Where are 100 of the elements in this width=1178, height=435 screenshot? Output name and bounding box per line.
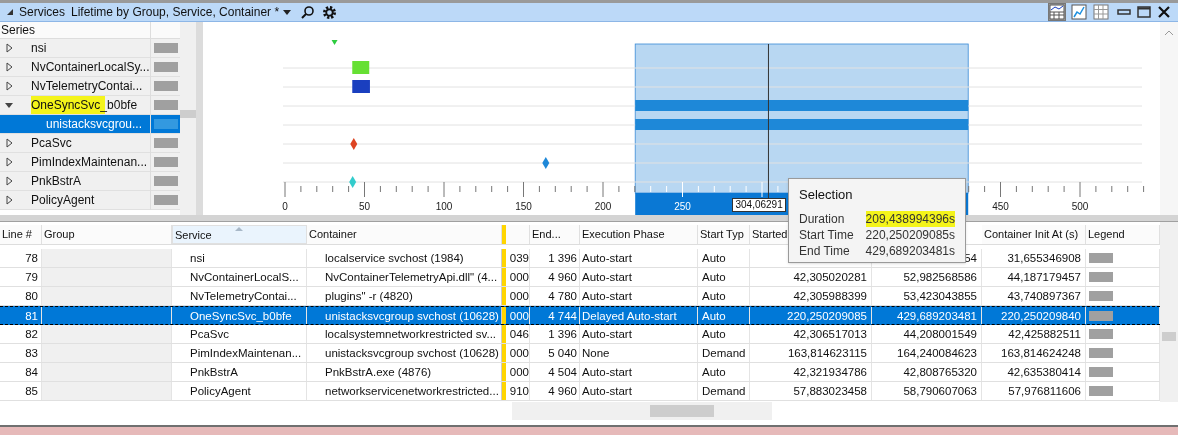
scroll-up-icon[interactable] [1164, 30, 1174, 36]
graph-table-button[interactable] [1048, 3, 1066, 21]
tooltip-label: Duration [799, 210, 846, 227]
maximize-icon[interactable] [1136, 4, 1152, 20]
diamond-marker[interactable] [350, 138, 358, 150]
table-cell: Auto [702, 271, 726, 283]
column-header[interactable]: Execution Phase [580, 225, 698, 244]
table-cell: Auto-start [582, 271, 632, 283]
series-name: PolicyAgent [31, 192, 95, 209]
scrollbar-thumb[interactable] [180, 110, 196, 118]
table-cell: 58,790607063 [903, 385, 977, 397]
column-header[interactable]: Legend [1086, 225, 1160, 244]
table-cell: 79 [25, 271, 38, 283]
table-cell: 44,208001549 [903, 328, 977, 340]
table-cell: 42,425882511 [1008, 328, 1081, 340]
triangle-marker[interactable] [331, 40, 338, 45]
table-cell: Auto-start [582, 328, 632, 340]
table-cell: unistacksvcgroup svchost (10628) [325, 347, 499, 359]
table-cell: 910 [509, 385, 529, 397]
table-cell: 85 [25, 385, 38, 397]
series-item[interactable]: PimIndexMaintenan... [0, 153, 180, 172]
legend-swatch [1089, 253, 1113, 263]
line-graph-button[interactable] [1070, 3, 1088, 21]
table-cell: localsystemnetworkrestricted sv... [325, 328, 497, 340]
legend-swatch [153, 119, 178, 129]
tooltip-value: 220,250209085s [865, 226, 955, 243]
table-cell: None [582, 347, 610, 359]
axis-label: 200 [594, 200, 612, 214]
expand-icon[interactable] [4, 138, 14, 148]
series-name: PcaSvc [31, 135, 72, 152]
series-item[interactable]: nsi [0, 39, 180, 58]
series-item[interactable]: NvTelemetryContai... [0, 77, 180, 96]
collapse-icon[interactable] [4, 100, 14, 110]
sort-arrow-icon [235, 227, 243, 231]
table-cell: 4 960 [548, 271, 577, 283]
legend-swatch [153, 100, 178, 110]
table-cell: NvContainerLocalS... [190, 271, 299, 283]
table-cell: 000 [509, 271, 529, 283]
expand-icon[interactable] [4, 157, 14, 167]
series-item[interactable]: PolicyAgent [0, 191, 180, 210]
scrollbar[interactable] [1160, 222, 1178, 402]
table-cell: 43,740897367 [1007, 290, 1081, 302]
table-cell: Auto [702, 328, 726, 340]
table-cell: NvTelemetryContai... [190, 290, 297, 302]
table-cell: PolicyAgent [190, 385, 251, 397]
table-cell: 5 040 [548, 347, 577, 359]
diamond-marker[interactable] [349, 176, 357, 188]
series-name: NvContainerLocalSy... [31, 59, 150, 76]
series-item[interactable]: PcaSvc [0, 134, 180, 153]
table-cell: 44,187179457 [1007, 271, 1081, 283]
table-cell: unistacksvcgroup svchost (10628) [325, 310, 499, 322]
column-header[interactable]: Container [307, 225, 502, 244]
table-cell: Demand [702, 347, 746, 359]
column-header[interactable]: Start Typ [698, 225, 750, 244]
settings-icon[interactable] [322, 4, 338, 20]
table-cell: 429,689203481 [897, 310, 977, 322]
table-cell: 52,982568586 [903, 271, 977, 283]
series-name: unistacksvcgrou... [46, 116, 143, 133]
table-cell: 163,814624248 [1001, 347, 1081, 359]
table-cell: 4 960 [548, 385, 577, 397]
expand-icon[interactable] [4, 195, 14, 205]
legend-swatch [1089, 310, 1113, 321]
column-header[interactable]: Container Init At (s) [982, 225, 1086, 244]
column-header[interactable]: End... [530, 225, 580, 244]
tooltip-label: End Time [799, 242, 851, 259]
search-icon[interactable] [301, 5, 315, 19]
lifetime-bar[interactable] [352, 80, 370, 93]
legend-swatch [1089, 272, 1113, 282]
scrollbar[interactable] [1160, 22, 1178, 215]
legend-swatch [153, 176, 178, 186]
expand-icon[interactable] [4, 62, 14, 72]
table-cell: 046 [509, 328, 529, 340]
expand-icon[interactable] [4, 81, 14, 91]
table-cell: 000 [509, 310, 529, 322]
tooltip-label: Start Time [799, 226, 855, 243]
scrollbar-thumb[interactable] [650, 405, 714, 417]
preset-dropdown[interactable]: Lifetime by Group, Service, Container * [71, 3, 292, 21]
diamond-marker[interactable] [542, 157, 550, 169]
table-cell: 039 [509, 252, 529, 264]
selected-table-row[interactable]: 81 OneSyncSvc_b0bfe unistacksvcgroup svchost (10628) 000 4 744 Delayed Auto-start Auto 220,250209085 429,689203481 220,250209840 [0, 306, 1160, 325]
axis-label: 450 [992, 200, 1009, 214]
horizontal-scrollbar[interactable] [512, 402, 772, 420]
scrollbar-thumb[interactable] [1162, 332, 1176, 341]
close-icon[interactable] [1156, 4, 1172, 20]
column-header[interactable]: Line # [0, 225, 42, 244]
expand-icon[interactable] [4, 176, 14, 186]
series-item[interactable]: NvContainerLocalSy... [0, 58, 180, 77]
column-header[interactable]: Group [42, 225, 172, 244]
column-header[interactable]: Service [172, 225, 307, 244]
series-name: PimIndexMaintenan... [31, 154, 148, 171]
collapse-icon[interactable] [6, 8, 14, 16]
expand-icon[interactable] [4, 43, 14, 53]
series-item[interactable]: unistacksvcgrou... [0, 115, 180, 134]
series-name: nsi [31, 40, 47, 57]
table-cell: 000 [509, 347, 529, 359]
scrollbar[interactable] [180, 22, 196, 215]
table-cell: 42,305020281 [793, 271, 867, 283]
table-cell: 53,423043855 [903, 290, 977, 302]
table-button[interactable] [1092, 3, 1110, 21]
series-item[interactable]: PnkBstrA [0, 172, 180, 191]
